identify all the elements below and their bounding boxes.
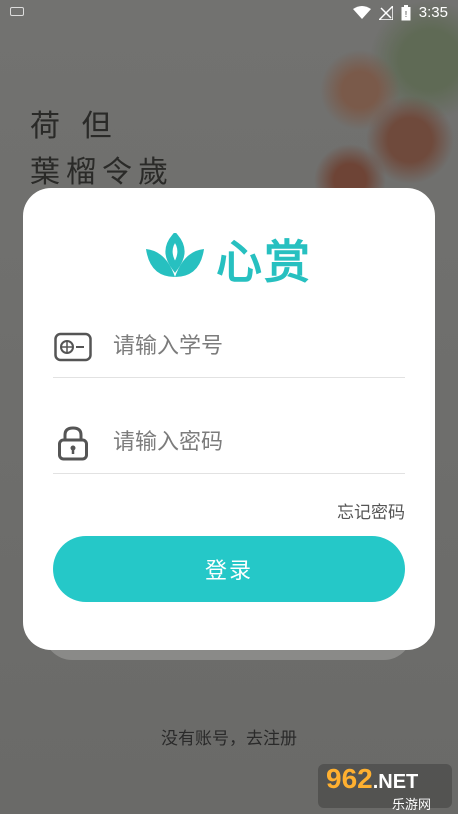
- password-input[interactable]: [113, 430, 373, 455]
- wifi-icon: [352, 5, 371, 19]
- brand-logo: 心赏: [140, 226, 312, 292]
- id-card-icon: [53, 332, 93, 362]
- site-watermark: 962.NET 乐游网: [318, 763, 452, 812]
- watermark-site: 乐游网: [392, 797, 432, 812]
- watermark-number: 962: [326, 763, 373, 794]
- password-field[interactable]: [53, 412, 405, 474]
- svg-text:!: !: [405, 10, 407, 19]
- lock-icon: [53, 425, 93, 461]
- battery-icon: !: [401, 4, 411, 20]
- student-id-input[interactable]: [113, 334, 373, 359]
- login-button[interactable]: 登录: [53, 536, 405, 602]
- signal-icon: [378, 5, 393, 20]
- status-right: ! 3:35: [352, 4, 448, 21]
- lotus-logo-icon: [146, 233, 204, 277]
- brand-name: 心赏: [216, 235, 312, 289]
- background-calligraphy: 荷 但 葉榴令歲: [30, 104, 174, 196]
- status-time: 3:35: [418, 4, 448, 21]
- login-card: 心赏 忘记密码 登录: [23, 188, 435, 650]
- keyboard-icon: [10, 7, 24, 16]
- register-link[interactable]: 没有账号，去注册: [0, 724, 458, 749]
- calligraphy-line-1: 荷 但: [30, 109, 118, 144]
- student-id-field[interactable]: [53, 316, 405, 378]
- status-bar: ! 3:35: [0, 0, 458, 26]
- forgot-password-link[interactable]: 忘记密码: [337, 498, 405, 523]
